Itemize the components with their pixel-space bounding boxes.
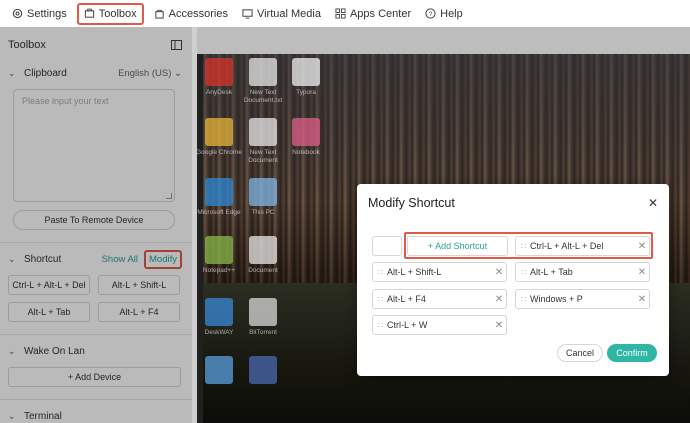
- desktop-shortcut-label: Notepad++: [202, 267, 236, 274]
- desktop-shortcut-icon[interactable]: [249, 236, 277, 264]
- menu-settings[interactable]: Settings: [8, 3, 71, 25]
- desktop-shortcut-label: New Text Document: [248, 149, 278, 164]
- desktop-shortcut-label: AnyDesk: [205, 89, 232, 96]
- desktop-shortcut-icon[interactable]: [205, 236, 233, 264]
- drag-handle-icon[interactable]: ∷: [516, 268, 530, 277]
- menu-virtual-media-label: Virtual Media: [256, 7, 321, 20]
- shortcut-chip[interactable]: ∷ Alt-L + Tab ✕: [515, 262, 650, 282]
- remove-icon[interactable]: ✕: [635, 241, 649, 252]
- desktop-shortcut-label: BitTorrent: [249, 329, 277, 336]
- desktop-shortcut-icon[interactable]: [249, 356, 277, 384]
- menu-help[interactable]: ? Help: [421, 3, 467, 25]
- desktop-shortcut-icon[interactable]: [292, 58, 320, 86]
- desktop-shortcut-icon[interactable]: [249, 118, 277, 146]
- desktop-shortcut-icon[interactable]: [205, 178, 233, 206]
- shortcut-chip[interactable]: ∷ Windows + P ✕: [515, 289, 650, 309]
- desktop-shortcut-icon[interactable]: [205, 298, 233, 326]
- shortcut-chip-label: Ctrl-L + W: [387, 320, 428, 330]
- menu-apps-center-label: Apps Center: [349, 7, 412, 20]
- shortcut-chip[interactable]: ∷ Ctrl-L + W ✕: [372, 315, 507, 335]
- desktop-shortcut-icon[interactable]: [205, 58, 233, 86]
- menu-help-label: Help: [440, 7, 463, 20]
- drag-handle-icon[interactable]: ∷: [516, 242, 530, 251]
- menu-accessories[interactable]: Accessories: [150, 3, 232, 25]
- shortcut-chip-label: Alt-L + F4: [387, 294, 426, 304]
- desktop-shortcut-icon[interactable]: [292, 118, 320, 146]
- desktop-shortcut-label: This PC: [251, 209, 275, 216]
- desktop-shortcut-label: Document: [248, 267, 278, 274]
- desktop-shortcut-label: Microsoft Edge: [197, 209, 241, 216]
- shortcut-chip[interactable]: ∷ Alt-L + F4 ✕: [372, 289, 507, 309]
- desktop-shortcut-icon[interactable]: [249, 178, 277, 206]
- dialog-title: Modify Shortcut: [368, 196, 455, 210]
- desktop-shortcut-label: Notebook: [292, 149, 320, 156]
- menu-apps-center[interactable]: Apps Center: [331, 3, 415, 25]
- desktop-shortcut-icon[interactable]: [205, 356, 233, 384]
- remote-toolbar-strip: [197, 27, 690, 54]
- menu-toolbox-label: Toolbox: [98, 7, 137, 20]
- gear-icon: [12, 8, 23, 19]
- menu-virtual-media[interactable]: Virtual Media: [238, 3, 325, 25]
- confirm-button[interactable]: Confirm: [607, 344, 657, 362]
- remove-icon[interactable]: ✕: [635, 294, 649, 305]
- bag-icon: [155, 9, 164, 19]
- desktop-shortcut-label: New Text Document.txt: [243, 89, 283, 104]
- help-icon: ?: [425, 8, 436, 19]
- top-menu-bar: Settings Toolbox Accessories Virtual Med…: [0, 0, 690, 27]
- modify-shortcut-dialog: Modify Shortcut ✕ + Add Shortcut ∷ Ctrl-…: [357, 184, 669, 376]
- menu-accessories-label: Accessories: [168, 7, 228, 20]
- shortcut-chip[interactable]: ∷ Ctrl-L + Alt-L + Del ✕: [515, 236, 650, 256]
- toolbox-icon: [84, 8, 94, 18]
- svg-text:?: ?: [429, 11, 433, 18]
- grid-icon: [335, 8, 346, 19]
- shortcut-chip-label: Alt-L + Tab: [530, 267, 573, 277]
- menu-toolbox[interactable]: Toolbox: [76, 2, 144, 25]
- monitor-icon: [242, 9, 253, 19]
- empty-shortcut-slot: [372, 236, 402, 256]
- remove-icon[interactable]: ✕: [492, 320, 506, 331]
- desktop-shortcut-icon[interactable]: [249, 58, 277, 86]
- drag-handle-icon[interactable]: ∷: [516, 295, 530, 304]
- shortcut-chip[interactable]: ∷ Alt-L + Shift-L ✕: [372, 262, 507, 282]
- desktop-shortcut-icon[interactable]: [205, 118, 233, 146]
- desktop-shortcut-label: DeskWAY: [204, 329, 234, 336]
- desktop-shortcut-label: Google Chrome: [197, 149, 242, 156]
- cancel-button[interactable]: Cancel: [557, 344, 603, 362]
- shortcut-chip-label: Ctrl-L + Alt-L + Del: [530, 241, 604, 251]
- drag-handle-icon[interactable]: ∷: [373, 295, 387, 304]
- modal-backdrop-left: [0, 27, 192, 423]
- remove-icon[interactable]: ✕: [492, 294, 506, 305]
- drag-handle-icon[interactable]: ∷: [373, 321, 387, 330]
- desktop-shortcut-label: Typora: [296, 89, 316, 96]
- close-icon[interactable]: ✕: [648, 196, 658, 210]
- shortcut-chip-label: Windows + P: [530, 294, 583, 304]
- remove-icon[interactable]: ✕: [635, 267, 649, 278]
- drag-handle-icon[interactable]: ∷: [373, 268, 387, 277]
- menu-settings-label: Settings: [27, 7, 67, 20]
- desktop-edge: [197, 54, 203, 423]
- desktop-shortcut-icon[interactable]: [249, 298, 277, 326]
- shortcut-chip-label: Alt-L + Shift-L: [387, 267, 442, 277]
- remove-icon[interactable]: ✕: [492, 267, 506, 278]
